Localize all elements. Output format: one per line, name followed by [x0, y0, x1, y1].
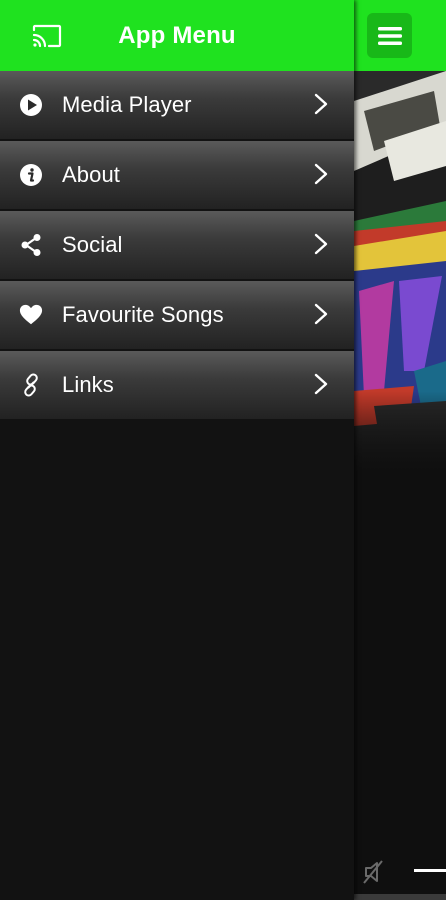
- info-icon: [19, 163, 43, 187]
- player-controls: [354, 850, 446, 900]
- chevron-right-icon: [314, 303, 328, 325]
- drawer-title: App Menu: [118, 21, 236, 49]
- share-icon: [19, 233, 43, 257]
- cast-icon[interactable]: [32, 24, 62, 48]
- drawer-menu: Media Player About Social Favourite Song…: [0, 71, 354, 419]
- drawer-header: App Menu: [0, 0, 354, 71]
- play-circle-icon: [19, 93, 43, 117]
- chevron-right-icon: [314, 93, 328, 115]
- chevron-right-icon: [314, 233, 328, 255]
- volume-off-icon[interactable]: [360, 858, 388, 886]
- album-artwork: [354, 71, 446, 471]
- menu-item-social[interactable]: Social: [0, 211, 354, 279]
- top-app-bar: [354, 0, 446, 71]
- menu-item-label: Links: [62, 372, 114, 397]
- menu-item-label: About: [62, 162, 120, 187]
- chevron-right-icon: [314, 373, 328, 395]
- menu-item-label: Social: [62, 232, 123, 257]
- app-screen: App Menu Media Player About Social Favou…: [0, 0, 446, 900]
- menu-item-favourite-songs[interactable]: Favourite Songs: [0, 281, 354, 349]
- menu-item-links[interactable]: Links: [0, 351, 354, 419]
- bottom-bar: [354, 894, 446, 900]
- menu-item-label: Favourite Songs: [62, 302, 224, 327]
- menu-button[interactable]: [367, 13, 412, 58]
- main-content: [354, 0, 446, 900]
- chevron-right-icon: [314, 163, 328, 185]
- menu-item-label: Media Player: [62, 92, 192, 117]
- heart-icon: [19, 303, 43, 327]
- menu-item-about[interactable]: About: [0, 141, 354, 209]
- menu-item-media-player[interactable]: Media Player: [0, 71, 354, 139]
- navigation-drawer: App Menu Media Player About Social Favou…: [0, 0, 354, 900]
- hamburger-icon: [377, 26, 402, 45]
- volume-slider[interactable]: [414, 869, 446, 872]
- link-icon: [19, 373, 43, 397]
